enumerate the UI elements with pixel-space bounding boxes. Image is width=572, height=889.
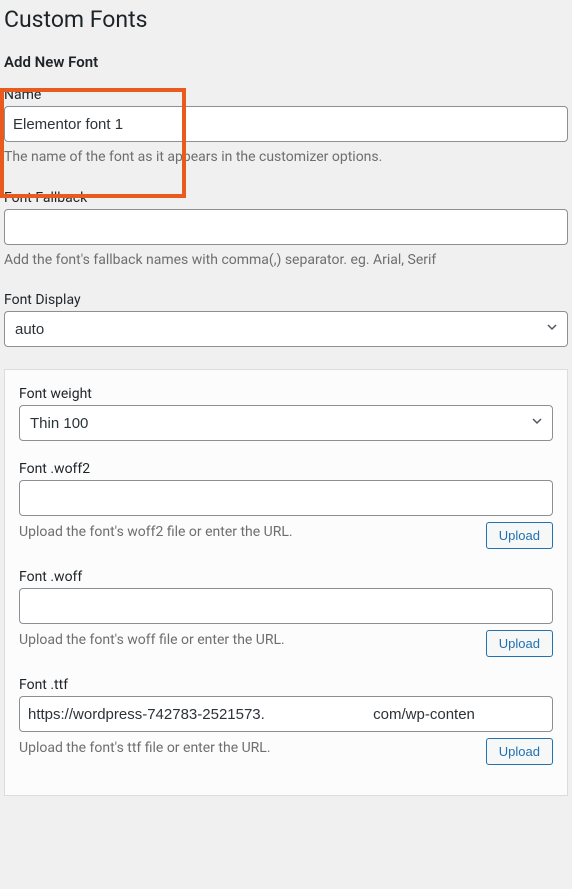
font-variation-card: Font weight Thin 100 Font .woff2 Upload … — [4, 369, 568, 796]
woff2-label: Font .woff2 — [19, 461, 553, 477]
display-field-block: Font Display auto — [4, 292, 568, 347]
fallback-help: Add the font's fallback names with comma… — [4, 251, 568, 271]
woff2-input[interactable] — [19, 480, 553, 516]
woff-field-block: Font .woff Upload the font's woff file o… — [19, 569, 553, 657]
ttf-input[interactable] — [19, 696, 553, 732]
woff-label: Font .woff — [19, 569, 553, 585]
name-label: Name — [4, 87, 568, 103]
fallback-label: Font Fallback — [4, 190, 568, 206]
name-field-block: Name The name of the font as it appears … — [4, 87, 568, 168]
weight-label: Font weight — [19, 386, 553, 402]
page-title: Custom Fonts — [4, 0, 568, 37]
name-help: The name of the font as it appears in th… — [4, 148, 568, 168]
woff2-field-block: Font .woff2 Upload the font's woff2 file… — [19, 461, 553, 549]
display-label: Font Display — [4, 292, 568, 308]
woff2-upload-button[interactable]: Upload — [486, 522, 553, 549]
ttf-upload-button[interactable]: Upload — [486, 738, 553, 765]
ttf-label: Font .ttf — [19, 677, 553, 693]
ttf-field-block: Font .ttf Upload the font's ttf file or … — [19, 677, 553, 765]
woff-upload-button[interactable]: Upload — [486, 630, 553, 657]
woff-help: Upload the font's woff file or enter the… — [19, 630, 476, 651]
name-input[interactable] — [4, 106, 568, 142]
weight-field-block: Font weight Thin 100 — [19, 386, 553, 441]
weight-select[interactable]: Thin 100 — [19, 405, 553, 441]
ttf-help: Upload the font's ttf file or enter the … — [19, 738, 476, 759]
woff2-help: Upload the font's woff2 file or enter th… — [19, 522, 476, 543]
page-subtitle: Add New Font — [4, 53, 568, 71]
woff-input[interactable] — [19, 588, 553, 624]
display-select[interactable]: auto — [4, 311, 568, 347]
fallback-field-block: Font Fallback Add the font's fallback na… — [4, 190, 568, 271]
fallback-input[interactable] — [4, 209, 568, 245]
